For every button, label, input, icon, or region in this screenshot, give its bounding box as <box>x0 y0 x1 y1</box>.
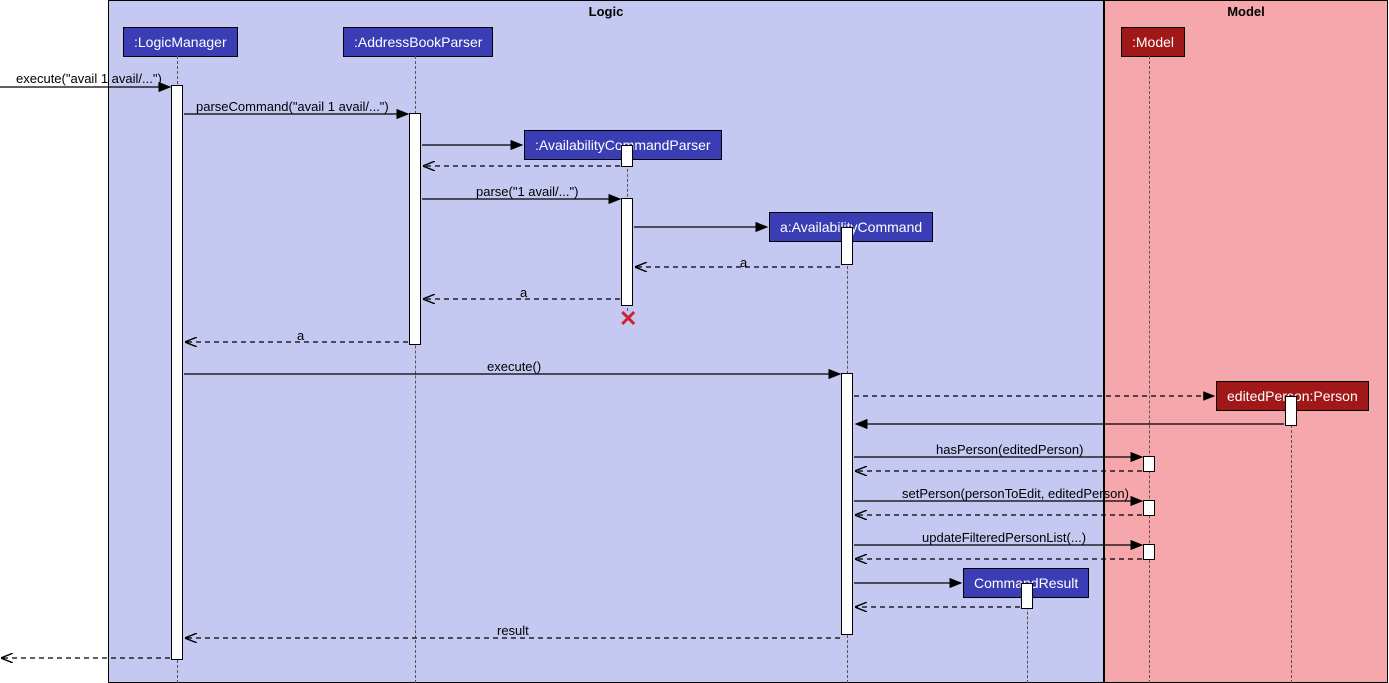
frame-model-title: Model <box>1227 4 1265 19</box>
activation-edited-person <box>1285 396 1297 426</box>
msg-execute: execute() <box>487 359 541 374</box>
participant-address-book-parser: :AddressBookParser <box>343 27 493 57</box>
msg-update-filtered: updateFilteredPersonList(...) <box>922 530 1086 545</box>
lifeline-edited-person <box>1291 410 1292 683</box>
participant-model: :Model <box>1121 27 1185 57</box>
activation-command-result <box>1021 583 1033 609</box>
msg-return-a3: a <box>297 328 304 343</box>
lifeline-model <box>1149 56 1150 683</box>
msg-return-a2: a <box>520 285 527 300</box>
activation-address-book-parser <box>409 113 421 345</box>
frame-logic-title: Logic <box>589 4 624 19</box>
activation-acp-parse <box>621 198 633 306</box>
msg-parse-command: parseCommand("avail 1 avail/...") <box>196 99 389 114</box>
destroy-icon: ✕ <box>619 306 637 332</box>
activation-model-update <box>1143 544 1155 560</box>
msg-result: result <box>497 623 529 638</box>
msg-has-person: hasPerson(editedPerson) <box>936 442 1083 457</box>
activation-model-hasperson <box>1143 456 1155 472</box>
participant-logic-manager: :LogicManager <box>123 27 238 57</box>
msg-set-person: setPerson(personToEdit, editedPerson) <box>902 486 1129 501</box>
frame-model: Model <box>1104 0 1388 683</box>
lifeline-command-result <box>1027 597 1028 683</box>
msg-return-a1: a <box>740 255 747 270</box>
activation-ac-create <box>841 227 853 265</box>
activation-logic-manager <box>171 85 183 660</box>
msg-external-execute: execute("avail 1 avail/...") <box>16 71 162 86</box>
activation-acp-create <box>621 145 633 167</box>
msg-parse: parse("1 avail/...") <box>476 184 578 199</box>
activation-model-setperson <box>1143 500 1155 516</box>
activation-ac-execute <box>841 373 853 635</box>
